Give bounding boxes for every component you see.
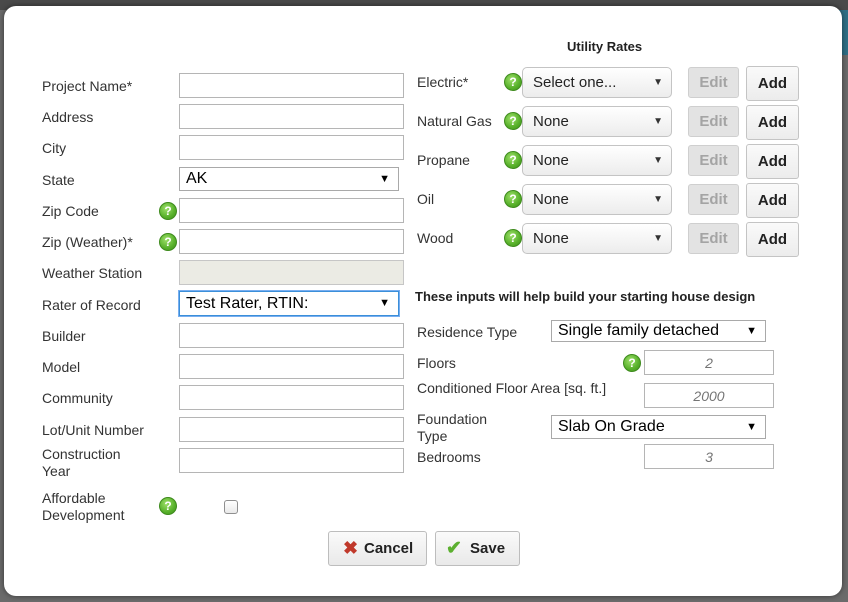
wood-edit-button[interactable]: Edit [688, 223, 739, 254]
city-label: City [42, 140, 67, 156]
help-icon[interactable]: ? [504, 112, 522, 130]
rater-select-value: Test Rater, RTIN: [186, 295, 309, 312]
address-label: Address [42, 109, 94, 125]
help-icon[interactable]: ? [159, 497, 177, 515]
chevron-down-icon: ▼ [653, 155, 663, 166]
project-name-input[interactable] [179, 73, 404, 98]
utility-select-value: None [533, 230, 569, 247]
natural-gas-utility-select[interactable]: None ▼ [522, 106, 672, 137]
utility-label: Natural Gas [417, 113, 492, 129]
builder-label: Builder [42, 328, 86, 344]
project-name-label: Project Name* [42, 78, 133, 94]
oil-utility-select[interactable]: None ▼ [522, 184, 672, 215]
lot-unit-number-input[interactable] [179, 417, 404, 442]
chevron-down-icon: ▼ [653, 77, 663, 88]
conditioned-floor-area-input[interactable] [644, 383, 774, 408]
builder-input[interactable] [179, 323, 404, 348]
bedrooms-input[interactable] [644, 444, 774, 469]
help-icon[interactable]: ? [623, 354, 641, 372]
utility-label: Propane [417, 152, 470, 168]
chevron-down-icon: ▼ [653, 194, 663, 205]
rater-of-record-select[interactable]: Test Rater, RTIN: ▼ [179, 291, 399, 316]
state-select[interactable]: AK ▼ [179, 167, 399, 191]
chevron-down-icon: ▼ [379, 173, 390, 185]
oil-add-button[interactable]: Add [746, 183, 799, 218]
utility-select-value: Select one... [533, 74, 617, 91]
help-icon[interactable]: ? [504, 229, 522, 247]
chevron-down-icon: ▼ [746, 325, 757, 337]
cancel-button[interactable]: ✖ Cancel [328, 531, 427, 566]
model-input[interactable] [179, 354, 404, 379]
construction-year-label: Construction Year [42, 446, 121, 479]
address-input[interactable] [179, 104, 404, 129]
residence-type-label: Residence Type [417, 324, 518, 340]
utility-label: Wood [417, 230, 454, 246]
chevron-down-icon: ▼ [653, 116, 663, 127]
utility-label: Oil [417, 191, 435, 207]
utility-rates-heading: Utility Rates [567, 39, 643, 54]
construction-year-input[interactable] [179, 448, 404, 473]
utility-select-value: None [533, 191, 569, 208]
natural-gas-edit-button[interactable]: Edit [688, 106, 739, 137]
help-icon[interactable]: ? [159, 233, 177, 251]
help-icon[interactable]: ? [504, 190, 522, 208]
community-label: Community [42, 390, 113, 406]
chevron-down-icon: ▼ [379, 297, 390, 309]
city-input[interactable] [179, 135, 404, 160]
wood-add-button[interactable]: Add [746, 222, 799, 257]
model-label: Model [42, 359, 81, 375]
help-icon[interactable]: ? [504, 73, 522, 91]
residence-type-value: Single family detached [558, 322, 719, 339]
oil-edit-button[interactable]: Edit [688, 184, 739, 215]
wood-utility-select[interactable]: None ▼ [522, 223, 672, 254]
x-icon: ✖ [343, 538, 359, 558]
zip-weather-label: Zip (Weather)* [42, 234, 133, 250]
electric-add-button[interactable]: Add [746, 66, 799, 101]
propane-utility-select[interactable]: None ▼ [522, 145, 672, 176]
state-label: State [42, 172, 75, 188]
help-icon[interactable]: ? [504, 151, 522, 169]
zip-weather-input[interactable] [179, 229, 404, 254]
affordable-development-checkbox[interactable] [224, 500, 238, 514]
foundation-type-label: Foundation Type [417, 411, 488, 444]
affordable-development-label: Affordable Development [42, 490, 125, 523]
save-button-label: Save [470, 540, 506, 557]
state-select-value: AK [186, 170, 208, 187]
weather-station-field [179, 260, 404, 285]
foundation-type-select[interactable]: Slab On Grade ▼ [551, 415, 766, 439]
weather-station-label: Weather Station [42, 265, 143, 281]
new-project-dialog: Project Name* Address City State AK ▼ Zi… [4, 6, 842, 596]
foundation-type-value: Slab On Grade [558, 418, 665, 435]
save-button[interactable]: ✔ Save [435, 531, 520, 566]
natural-gas-add-button[interactable]: Add [746, 105, 799, 140]
house-design-heading: These inputs will help build your starti… [415, 289, 756, 304]
community-input[interactable] [179, 385, 404, 410]
propane-edit-button[interactable]: Edit [688, 145, 739, 176]
bedrooms-label: Bedrooms [417, 449, 481, 465]
electric-edit-button[interactable]: Edit [688, 67, 739, 98]
zip-code-input[interactable] [179, 198, 404, 223]
help-icon[interactable]: ? [159, 202, 177, 220]
cancel-button-label: Cancel [364, 540, 414, 557]
zip-code-label: Zip Code [42, 203, 99, 219]
lot-unit-number-label: Lot/Unit Number [42, 422, 144, 438]
utility-label: Electric* [417, 74, 469, 90]
chevron-down-icon: ▼ [746, 421, 757, 433]
checkmark-icon: ✔ [446, 538, 462, 559]
utility-select-value: None [533, 152, 569, 169]
chevron-down-icon: ▼ [653, 233, 663, 244]
residence-type-select[interactable]: Single family detached ▼ [551, 320, 766, 342]
propane-add-button[interactable]: Add [746, 144, 799, 179]
electric-utility-select[interactable]: Select one... ▼ [522, 67, 672, 98]
rater-of-record-label: Rater of Record [42, 297, 141, 313]
floors-label: Floors [417, 355, 456, 371]
utility-select-value: None [533, 113, 569, 130]
conditioned-floor-area-label: Conditioned Floor Area [sq. ft.] [417, 380, 607, 396]
floors-input[interactable] [644, 350, 774, 375]
